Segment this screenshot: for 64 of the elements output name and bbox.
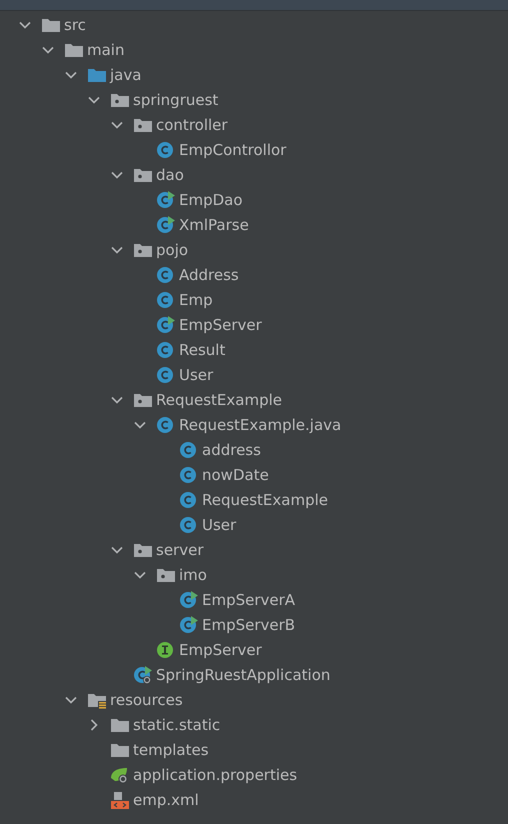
chevron-down-icon[interactable] (111, 120, 123, 128)
chevron-down-icon[interactable] (88, 96, 100, 104)
tree-item-label[interactable]: controller (156, 116, 228, 134)
spring-leaf-icon (110, 766, 130, 784)
tree-item-label[interactable]: User (179, 366, 214, 384)
tree-item-label[interactable]: Address (179, 266, 239, 284)
class-icon (156, 366, 176, 384)
tree-item-label[interactable]: springruest (133, 90, 218, 108)
tree-item-label[interactable]: EmpDao (179, 190, 243, 208)
runnable-class-icon (156, 316, 176, 334)
tree-item-label[interactable]: server (156, 540, 204, 558)
tree-item-label[interactable]: address (202, 440, 261, 458)
class-icon (179, 490, 199, 508)
tree-item-label[interactable]: dao (156, 166, 184, 184)
class-icon (179, 440, 199, 458)
runnable-class-icon (179, 616, 199, 634)
chevron-down-icon[interactable] (111, 396, 123, 404)
chevron-down-icon[interactable] (134, 570, 146, 578)
chevron-down-icon[interactable] (65, 70, 77, 78)
chevron-down-icon[interactable] (111, 546, 123, 554)
tree-item-label[interactable]: RequestExample (156, 390, 282, 408)
class-icon (179, 466, 199, 484)
xml-file-icon (110, 790, 130, 808)
tree-item-label[interactable]: Result (179, 340, 226, 358)
chevron-down-icon[interactable] (65, 696, 77, 704)
chevron-down-icon[interactable] (111, 170, 123, 178)
tree-item-label[interactable]: src (64, 16, 86, 34)
tree-item-label[interactable]: User (202, 516, 236, 534)
chevron-down-icon[interactable] (42, 46, 54, 54)
tree-item-label[interactable]: main (87, 40, 124, 58)
class-icon (156, 340, 176, 358)
spring-class-icon (133, 666, 153, 684)
tree-item-label[interactable]: emp.xml (133, 790, 199, 808)
interface-icon (156, 640, 176, 658)
tree-item-label[interactable]: nowDate (202, 466, 269, 484)
class-icon (179, 516, 199, 534)
tree-item-label[interactable]: static.static (133, 716, 220, 734)
tree-item-label[interactable]: EmpServer (179, 316, 262, 334)
runnable-class-icon (156, 190, 176, 208)
runnable-class-icon (156, 216, 176, 234)
tree-item-label[interactable]: EmpControllor (179, 140, 286, 158)
tree-item-label[interactable]: pojo (156, 240, 188, 258)
tree-item-label[interactable]: RequestExample (202, 490, 328, 508)
runnable-class-icon (179, 590, 199, 608)
chevron-down-icon[interactable] (19, 20, 31, 28)
tree-item-label[interactable]: imo (179, 566, 207, 584)
class-icon (156, 266, 176, 284)
tree-item-label[interactable]: SpringRuestApplication (156, 666, 330, 684)
tree-item-label[interactable]: RequestExample.java (179, 416, 342, 434)
class-icon (156, 416, 176, 434)
tree-item-label[interactable]: templates (133, 740, 209, 758)
chevron-down-icon[interactable] (134, 420, 146, 428)
tree-item-label[interactable]: application.properties (133, 766, 298, 784)
tree-item-label[interactable]: EmpServer (179, 640, 262, 658)
chevron-right-icon[interactable] (90, 718, 98, 730)
tree-item-label[interactable]: EmpServerA (202, 590, 296, 608)
class-icon (156, 290, 176, 308)
class-icon (156, 140, 176, 158)
tree-item-label[interactable]: resources (110, 690, 183, 708)
tree-item-label[interactable]: EmpServerB (202, 616, 296, 634)
tree-item-label[interactable]: java (110, 66, 142, 84)
tree-item-label[interactable]: XmlParse (179, 216, 249, 234)
tree-item-label[interactable]: Emp (179, 290, 213, 308)
chevron-down-icon[interactable] (111, 246, 123, 254)
